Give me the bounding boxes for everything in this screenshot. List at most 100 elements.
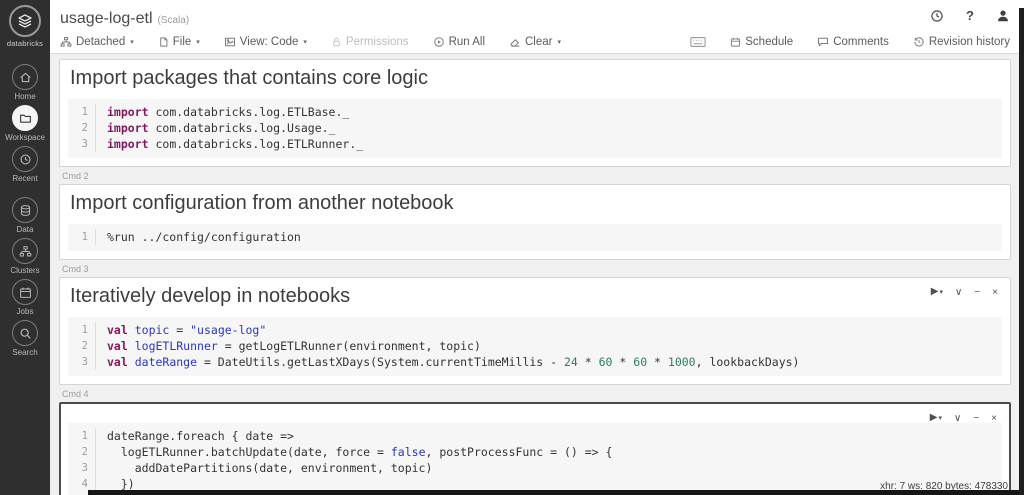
cmd-label: Cmd 4 bbox=[62, 389, 1011, 399]
calendar-icon bbox=[19, 286, 32, 299]
permissions-button: Permissions bbox=[331, 36, 409, 48]
sitemap-icon bbox=[19, 245, 32, 258]
schedule-button[interactable]: Schedule bbox=[730, 36, 793, 48]
code-editor[interactable]: 1val topic = "usage-log"2val logETLRunne… bbox=[68, 317, 1002, 376]
notebook-title[interactable]: usage-log-etl bbox=[60, 10, 153, 28]
code-text: val dateRange = DateUtils.getLastXDays(S… bbox=[96, 354, 799, 370]
run-all-button[interactable]: Run All bbox=[433, 36, 485, 48]
notebook-cell-3[interactable]: ▶▾ ∨ − × Iteratively develop in notebook… bbox=[59, 277, 1011, 385]
sidebar-item-recent[interactable]: Recent bbox=[0, 146, 50, 183]
sidebar: databricks Home Workspace Recent Data Cl… bbox=[0, 0, 50, 495]
user-icon[interactable] bbox=[996, 9, 1010, 23]
collapse-cell-button[interactable]: ∨ bbox=[954, 414, 961, 424]
code-line[interactable]: 1%run ../config/configuration bbox=[68, 229, 1002, 245]
code-line[interactable]: 1val topic = "usage-log" bbox=[68, 322, 1002, 338]
sidebar-item-data[interactable]: Data bbox=[0, 197, 50, 234]
sidebar-item-jobs[interactable]: Jobs bbox=[0, 279, 50, 316]
revision-history-label: Revision history bbox=[929, 36, 1010, 48]
line-number: 3 bbox=[68, 136, 96, 152]
view-menu[interactable]: View: Code ▾ bbox=[224, 36, 307, 48]
code-editor[interactable]: 1dateRange.foreach { date =>2 logETLRunn… bbox=[68, 423, 1002, 495]
help-icon[interactable]: ? bbox=[966, 8, 974, 23]
schedule-label: Schedule bbox=[745, 36, 793, 48]
code-line[interactable]: 2import com.databricks.log.Usage._ bbox=[68, 120, 1002, 136]
sidebar-item-label: Clusters bbox=[0, 266, 50, 275]
code-line[interactable]: 2val logETLRunner = getLogETLRunner(envi… bbox=[68, 338, 1002, 354]
database-icon bbox=[19, 204, 32, 217]
keyboard-icon bbox=[690, 36, 706, 48]
code-text: import com.databricks.log.ETLRunner._ bbox=[96, 136, 363, 152]
sidebar-item-label: Data bbox=[0, 225, 50, 234]
sidebar-item-home[interactable]: Home bbox=[0, 64, 50, 101]
comment-icon bbox=[817, 36, 829, 48]
databricks-logo[interactable]: databricks bbox=[0, 0, 50, 48]
notebook-cell-2[interactable]: Import configuration from another notebo… bbox=[59, 184, 1011, 260]
caret-down-icon: ▾ bbox=[303, 38, 307, 46]
brand-label: databricks bbox=[0, 39, 50, 48]
layers-icon bbox=[17, 13, 33, 29]
cmd-label: Cmd 2 bbox=[62, 171, 1011, 181]
detached-label: Detached bbox=[76, 36, 125, 48]
cell-heading: Import packages that contains core logic bbox=[70, 66, 1000, 91]
run-cell-button[interactable]: ▶▾ bbox=[930, 413, 942, 424]
cell-controls: ▶▾ ∨ − × bbox=[931, 287, 998, 298]
file-label: File bbox=[173, 36, 192, 48]
sidebar-item-label: Recent bbox=[0, 174, 50, 183]
sidebar-item-clusters[interactable]: Clusters bbox=[0, 238, 50, 275]
shortcuts-button[interactable] bbox=[690, 36, 706, 48]
notebook-cell-1[interactable]: Import packages that contains core logic… bbox=[59, 59, 1011, 167]
image-icon bbox=[224, 36, 236, 48]
code-text: logETLRunner.batchUpdate(date, force = f… bbox=[96, 444, 612, 460]
code-editor[interactable]: 1%run ../config/configuration bbox=[68, 224, 1002, 251]
revision-history-button[interactable]: Revision history bbox=[913, 36, 1010, 48]
home-icon bbox=[19, 71, 32, 84]
code-text: addDatePartitions(date, environment, top… bbox=[96, 460, 432, 476]
code-line[interactable]: 1import com.databricks.log.ETLBase._ bbox=[68, 104, 1002, 120]
line-number: 1 bbox=[68, 322, 96, 338]
run-cell-button[interactable]: ▶▾ bbox=[931, 287, 943, 298]
permissions-label: Permissions bbox=[346, 36, 409, 48]
line-number: 1 bbox=[68, 229, 96, 245]
minimize-cell-button[interactable]: − bbox=[973, 414, 979, 424]
code-editor[interactable]: 1import com.databricks.log.ETLBase._2imp… bbox=[68, 99, 1002, 158]
notebook-language: (Scala) bbox=[158, 15, 190, 26]
close-cell-button[interactable]: × bbox=[992, 288, 998, 298]
cluster-attach-menu[interactable]: Detached ▾ bbox=[60, 36, 134, 48]
cell-heading: Import configuration from another notebo… bbox=[70, 191, 1000, 216]
minimize-cell-button[interactable]: − bbox=[974, 288, 980, 298]
comments-button[interactable]: Comments bbox=[817, 36, 889, 48]
code-line[interactable]: 2 logETLRunner.batchUpdate(date, force =… bbox=[68, 444, 1002, 460]
sidebar-item-workspace[interactable]: Workspace bbox=[0, 105, 50, 142]
line-number: 1 bbox=[68, 428, 96, 444]
calendar-icon bbox=[730, 36, 741, 48]
code-line[interactable]: 3 addDatePartitions(date, environment, t… bbox=[68, 460, 1002, 476]
caret-down-icon: ▾ bbox=[939, 289, 943, 296]
history-icon bbox=[913, 36, 925, 48]
clock-icon[interactable] bbox=[930, 9, 944, 23]
sidebar-item-label: Search bbox=[0, 348, 50, 357]
notebook-cell-4[interactable]: ▶▾ ∨ − × 1dateRange.foreach { date =>2 l… bbox=[59, 402, 1011, 495]
lock-icon bbox=[331, 36, 342, 48]
play-circle-icon bbox=[433, 36, 445, 48]
line-number: 3 bbox=[68, 460, 96, 476]
sidebar-nav: Home Workspace Recent Data Clusters Jobs… bbox=[0, 64, 50, 357]
collapse-cell-button[interactable]: ∨ bbox=[955, 288, 962, 298]
run-all-label: Run All bbox=[449, 36, 485, 48]
sidebar-item-label: Home bbox=[0, 92, 50, 101]
cell-controls: ▶▾ ∨ − × bbox=[930, 413, 997, 424]
code-text: dateRange.foreach { date => bbox=[96, 428, 294, 444]
clear-menu[interactable]: Clear ▾ bbox=[509, 36, 561, 48]
code-line[interactable]: 3import com.databricks.log.ETLRunner._ bbox=[68, 136, 1002, 152]
close-cell-button[interactable]: × bbox=[991, 414, 997, 424]
clock-icon bbox=[19, 153, 32, 166]
code-line[interactable]: 1dateRange.foreach { date => bbox=[68, 428, 1002, 444]
cell-heading: Iteratively develop in notebooks bbox=[70, 284, 1000, 309]
line-number: 1 bbox=[68, 104, 96, 120]
window-right-edge bbox=[1019, 8, 1024, 495]
sidebar-item-search[interactable]: Search bbox=[0, 320, 50, 357]
file-menu[interactable]: File ▾ bbox=[158, 36, 200, 48]
caret-down-icon: ▾ bbox=[130, 38, 134, 46]
sidebar-item-label: Workspace bbox=[0, 133, 50, 142]
view-label: View: Code bbox=[240, 36, 299, 48]
code-line[interactable]: 3val dateRange = DateUtils.getLastXDays(… bbox=[68, 354, 1002, 370]
